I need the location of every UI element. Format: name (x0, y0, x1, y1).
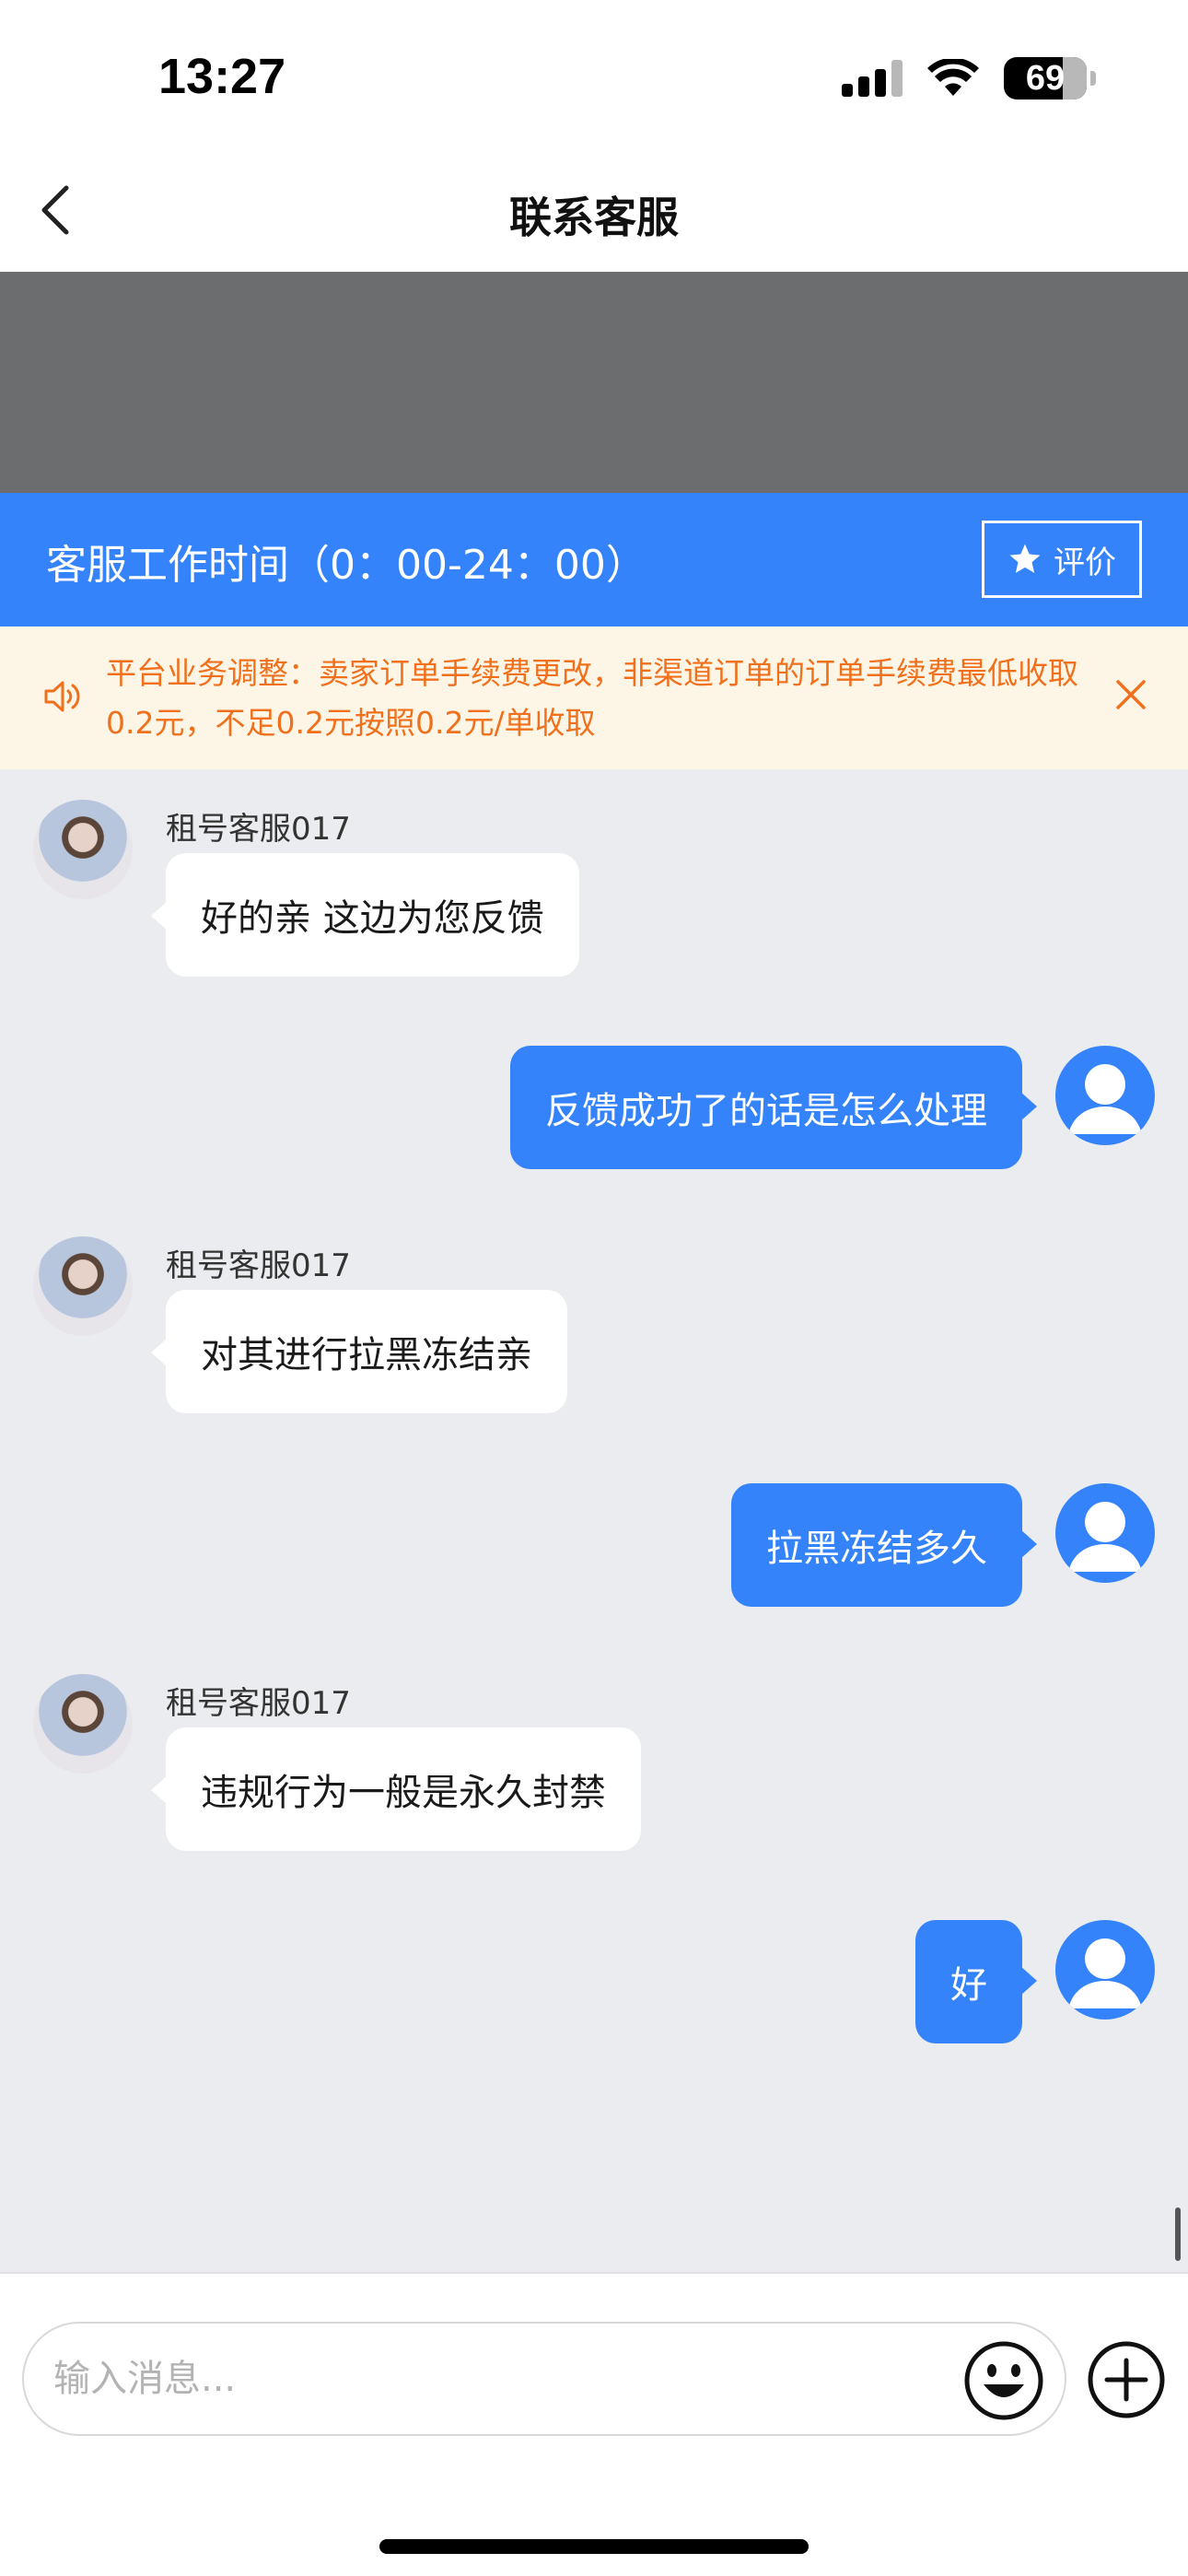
nav-bar: 联系客服 (0, 157, 1188, 272)
star-icon (1009, 544, 1041, 573)
speaker-icon (44, 681, 80, 712)
message-bubble[interactable]: 对其进行拉黑冻结亲 (151, 1290, 567, 1413)
agent-name: 租号客服017 (166, 1685, 351, 1722)
rate-button-label: 评价 (1054, 544, 1116, 581)
service-hours-text: 客服工作时间（0：00-24：00） (46, 542, 646, 589)
message-input[interactable] (53, 2351, 956, 2406)
status-icons: 69 (842, 57, 1096, 100)
rate-button[interactable]: 评价 (982, 521, 1142, 598)
battery-level: 69 (1025, 58, 1066, 98)
status-bar: 13:27 69 (0, 0, 1188, 157)
message-bubble[interactable]: 反馈成功了的话是怎么处理 (510, 1046, 1037, 1169)
add-attachment-icon[interactable] (1087, 2340, 1166, 2419)
message-bubble[interactable]: 好 (915, 1920, 1037, 2043)
battery-icon: 69 (1004, 57, 1096, 100)
notice-text: 平台业务调整：卖家订单手续费更改，非渠道订单的订单手续费最低收取0.2元，不足0… (106, 655, 1078, 741)
emoji-icon[interactable] (963, 2340, 1044, 2421)
message-input-container (22, 2322, 1066, 2436)
message-bubble[interactable]: 拉黑冻结多久 (731, 1483, 1037, 1607)
cellular-signal-icon (842, 60, 903, 97)
service-hours-bar: 客服工作时间（0：00-24：00） 评价 (0, 493, 1188, 626)
agent-avatar[interactable] (33, 800, 133, 899)
agent-name: 租号客服017 (166, 811, 351, 848)
banner-area (0, 272, 1188, 493)
user-icon (1068, 1502, 1142, 1572)
notice-bar: 平台业务调整：卖家订单手续费更改，非渠道订单的订单手续费最低收取0.2元，不足0… (0, 626, 1188, 769)
scrollbar[interactable] (1175, 2207, 1181, 2261)
agent-name: 租号客服017 (166, 1247, 351, 1284)
close-icon[interactable] (1111, 674, 1151, 715)
agent-avatar[interactable] (33, 1236, 133, 1336)
page-title: 联系客服 (509, 193, 679, 242)
user-icon (1068, 1938, 1142, 2008)
user-icon (1068, 1064, 1142, 1134)
message-bubble[interactable]: 违规行为一般是永久封禁 (151, 1727, 641, 1851)
user-avatar[interactable] (1055, 1920, 1155, 2020)
wifi-icon (927, 59, 979, 96)
home-indicator[interactable] (379, 2539, 809, 2554)
message-input-bar (0, 2272, 1188, 2576)
message-bubble[interactable]: 好的亲 这边为您反馈 (151, 853, 579, 977)
user-avatar[interactable] (1055, 1046, 1155, 1145)
user-avatar[interactable] (1055, 1483, 1155, 1583)
status-time: 13:27 (158, 49, 286, 104)
agent-avatar[interactable] (33, 1674, 133, 1774)
